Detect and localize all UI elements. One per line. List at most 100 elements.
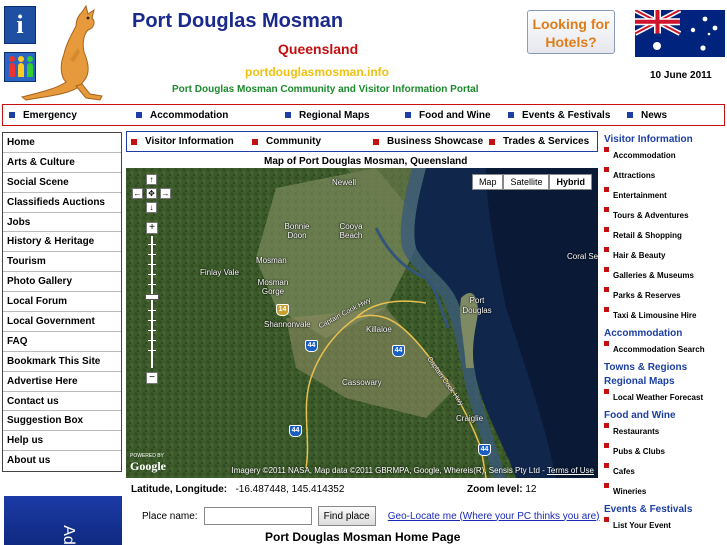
nav-label: Food and Wine <box>419 109 491 121</box>
sidebar-item-history[interactable]: History & Heritage <box>3 232 121 253</box>
pan-down-icon[interactable]: ↓ <box>146 202 157 213</box>
right-item-weather[interactable]: Local Weather Forecast <box>604 389 726 409</box>
nav-regional-maps[interactable]: Regional Maps <box>285 110 370 121</box>
right-item-pubs-clubs[interactable]: Pubs & Clubs <box>604 443 726 463</box>
ad-banner[interactable]: Ad <box>4 496 122 545</box>
nav-accommodation[interactable]: Accommodation <box>136 110 228 121</box>
site-url[interactable]: portdouglasmosman.info <box>245 65 389 79</box>
geo-locate-link[interactable]: Geo-Locate me (Where your PC thinks you … <box>388 511 600 522</box>
zoom-tick <box>148 330 156 331</box>
find-place-button[interactable]: Find place <box>317 506 376 526</box>
right-item-parks[interactable]: Parks & Reserves <box>604 287 726 307</box>
sidebar-item-tourism[interactable]: Tourism <box>3 252 121 273</box>
zoom-tick <box>148 274 156 275</box>
pan-center-icon[interactable]: ✥ <box>146 188 157 199</box>
zoom-level-readout: Zoom level: 12 <box>467 484 536 495</box>
bullet-icon <box>131 138 137 145</box>
nav-label: Emergency <box>23 109 77 121</box>
bullet-icon <box>285 112 291 118</box>
right-sidebar: Visitor Information Accommodation Attrac… <box>604 133 726 537</box>
site-title[interactable]: Port Douglas Mosman <box>132 10 343 33</box>
right-heading-accommodation[interactable]: Accommodation <box>604 327 726 341</box>
map-label-port-douglas: Port Douglas <box>462 296 492 315</box>
nav-events-festivals[interactable]: Events & Festivals <box>508 110 610 121</box>
sidebar-item-classifieds[interactable]: Classifieds Auctions <box>3 193 121 213</box>
right-item-entertainment[interactable]: Entertainment <box>604 187 726 207</box>
subnav-trades-services[interactable]: Trades & Services <box>489 136 589 147</box>
zoom-in-icon[interactable]: + <box>146 222 158 234</box>
right-item-tours[interactable]: Tours & Adventures <box>604 207 726 227</box>
right-heading-food-wine[interactable]: Food and Wine <box>604 409 726 423</box>
pan-left-icon[interactable]: ← <box>132 188 143 199</box>
map-type-satellite[interactable]: Satellite <box>503 174 550 190</box>
sidebar-item-local-government[interactable]: Local Government <box>3 312 121 332</box>
sidebar-item-arts-culture[interactable]: Arts & Culture <box>3 153 121 173</box>
right-item-cafes[interactable]: Cafes <box>604 463 726 483</box>
sidebar-item-contact[interactable]: Contact us <box>3 392 121 412</box>
right-item-hair-beauty[interactable]: Hair & Beauty <box>604 247 726 267</box>
right-heading-visitor-info[interactable]: Visitor Information <box>604 133 726 147</box>
right-heading-events[interactable]: Events & Festivals <box>604 503 726 517</box>
sidebar-item-about[interactable]: About us <box>3 451 121 471</box>
right-heading-regional-maps[interactable]: Regional Maps <box>604 375 726 389</box>
site-subtitle: Queensland <box>278 41 359 57</box>
map-type-hybrid[interactable]: Hybrid <box>549 174 592 190</box>
lat-lng-value: -16.487448, 145.414352 <box>235 484 345 495</box>
subnav-visitor-info[interactable]: Visitor Information <box>131 136 234 147</box>
left-sidebar: Home Arts & Culture Social Scene Classif… <box>2 132 122 472</box>
map-label-killaloe: Killaloe <box>366 325 392 334</box>
google-logo[interactable]: POWERED BY Google <box>130 453 166 474</box>
right-item-wineries[interactable]: Wineries <box>604 483 726 503</box>
nav-label: Accommodation <box>150 109 229 121</box>
place-name-label: Place name: <box>142 510 198 522</box>
zoom-out-icon[interactable]: − <box>146 372 158 384</box>
sidebar-item-suggestion[interactable]: Suggestion Box <box>3 411 121 432</box>
bullet-icon <box>373 138 379 145</box>
road-shield-icon: 14 <box>276 304 289 316</box>
place-search: Place name: Find place Geo-Locate me (Wh… <box>142 506 600 526</box>
right-item-retail[interactable]: Retail & Shopping <box>604 227 726 247</box>
sidebar-item-jobs[interactable]: Jobs <box>3 213 121 233</box>
nav-news[interactable]: News <box>627 110 667 121</box>
map-label-coral-sea: Coral Se <box>567 252 598 261</box>
subnav-label: Community <box>266 136 321 147</box>
sidebar-item-photo-gallery[interactable]: Photo Gallery <box>3 272 121 293</box>
site-header: i Port Douglas Mosman Queensland portdou… <box>0 0 727 103</box>
right-item-list-event[interactable]: List Your Event <box>604 517 726 537</box>
sub-nav: Visitor Information Community Business S… <box>126 131 598 152</box>
subnav-community[interactable]: Community <box>252 136 321 147</box>
map-label-craiglie: Craiglie <box>456 414 484 423</box>
right-item-taxi[interactable]: Taxi & Limousine Hire <box>604 307 726 327</box>
right-item-accommodation-search[interactable]: Accommodation Search <box>604 341 726 361</box>
sidebar-item-home[interactable]: Home <box>3 133 121 153</box>
sidebar-item-faq[interactable]: FAQ <box>3 332 121 352</box>
kangaroo-logo <box>20 4 103 101</box>
map-type-switcher: Map Satellite Hybrid <box>471 174 592 190</box>
copyright-text: Imagery ©2011 NASA, Map data ©2011 GBRMP… <box>231 466 547 475</box>
nav-emergency[interactable]: Emergency <box>9 110 77 121</box>
terms-link[interactable]: Terms of Use <box>547 466 594 475</box>
subnav-business-showcase[interactable]: Business Showcase <box>373 136 483 147</box>
right-heading-towns-regions[interactable]: Towns & Regions <box>604 361 726 375</box>
map-label-finlay-vale: Finlay Vale <box>200 268 239 277</box>
right-item-restaurants[interactable]: Restaurants <box>604 423 726 443</box>
zoom-slider-thumb[interactable] <box>145 294 159 300</box>
map-type-map[interactable]: Map <box>471 174 504 190</box>
right-item-attractions[interactable]: Attractions <box>604 167 726 187</box>
nav-food-and-wine[interactable]: Food and Wine <box>405 110 491 121</box>
pan-right-icon[interactable]: → <box>160 188 171 199</box>
lat-lng-label: Latitude, Longitude: <box>131 484 228 495</box>
satellite-map[interactable]: Newell Bonnie Doon Cooya Beach Finlay Va… <box>126 168 598 478</box>
sidebar-item-help[interactable]: Help us <box>3 431 121 452</box>
sidebar-item-bookmark[interactable]: Bookmark This Site <box>3 352 121 372</box>
zoom-track[interactable] <box>151 236 153 368</box>
map-zoom-control: + − <box>145 222 159 384</box>
sidebar-item-advertise[interactable]: Advertise Here <box>3 372 121 392</box>
hotels-button[interactable]: Looking for Hotels? <box>527 10 615 54</box>
right-item-galleries[interactable]: Galleries & Museums <box>604 267 726 287</box>
sidebar-item-local-forum[interactable]: Local Forum <box>3 292 121 313</box>
place-name-input[interactable] <box>203 507 312 525</box>
sidebar-item-social-scene[interactable]: Social Scene <box>3 173 121 193</box>
right-item-accommodation[interactable]: Accommodation <box>604 147 726 167</box>
pan-up-icon[interactable]: ↑ <box>146 174 157 185</box>
